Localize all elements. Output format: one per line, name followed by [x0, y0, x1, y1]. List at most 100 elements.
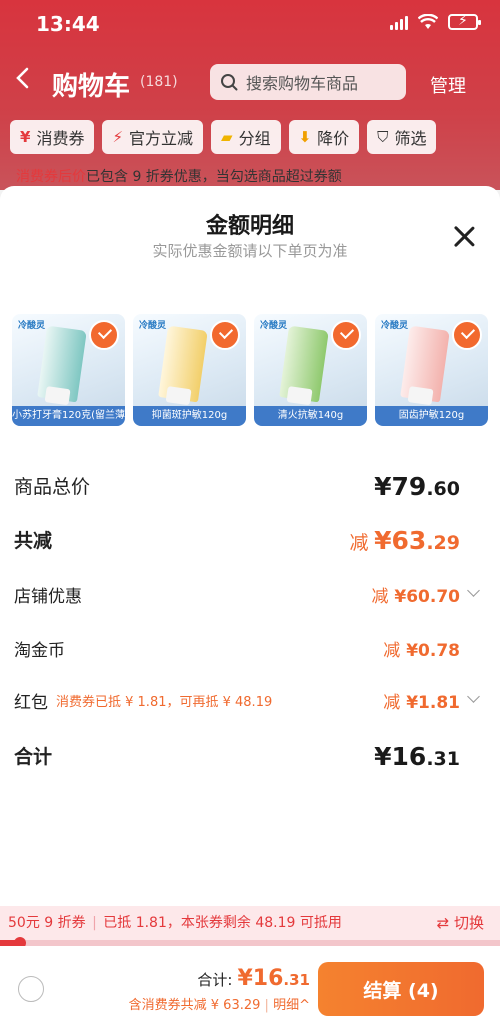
discount-note: 含消费券共减 ¥ 63.29 — [128, 998, 261, 1013]
red-packet-value: 减 ¥1.81 — [383, 688, 460, 713]
product-card[interactable]: 冷酸灵 固齿护敏120g — [375, 314, 488, 426]
filter-coupon[interactable]: ¥ 消费券 — [10, 120, 95, 154]
notice-text: 已包含 9 折券优惠，当勾选商品超过券额 — [86, 169, 342, 185]
discount-prefix: 减 — [349, 532, 369, 554]
filter-group-label: 分组 — [238, 129, 271, 148]
total-discount-label: 共减 — [14, 530, 53, 552]
filter-official-discount[interactable]: ⚡ 官方立减 — [102, 120, 204, 154]
total-summary: 合计: ¥16.31 — [197, 966, 310, 991]
signal-icon — [390, 14, 408, 30]
coins-value: 减 ¥0.78 — [383, 636, 460, 661]
switch-icon: ⇄ — [436, 914, 450, 932]
back-button[interactable] — [14, 66, 30, 97]
product-card[interactable]: 冷酸灵 清火抗敏140g — [254, 314, 367, 426]
subtotal-label: 商品总价 — [14, 476, 91, 498]
red-packet-label: 红包 — [14, 693, 48, 713]
sheet-title: 金额明细 — [205, 214, 294, 239]
total-int: 16 — [252, 966, 284, 991]
shop-discount-row[interactable]: 店铺优惠 减 ¥60.70 — [14, 582, 486, 616]
brand-logo: 冷酸灵 — [139, 321, 167, 331]
status-icons: ⚡ — [390, 13, 481, 30]
checkmark-icon[interactable] — [210, 320, 240, 350]
manage-button[interactable]: 管理 — [430, 72, 466, 98]
lightning-icon: ⚡ — [112, 128, 123, 146]
total-dec: .31 — [426, 748, 460, 770]
shop-discount-value: 减 ¥60.70 — [371, 582, 460, 607]
amount-detail-sheet: 金额明细 实际优惠金额请以下单页为准 冷酸灵 小苏打牙膏120克(留兰薄荷) 冷… — [0, 186, 500, 906]
toothpaste-image — [37, 325, 87, 406]
product-name: 抑菌斑护敏120g — [133, 406, 246, 426]
search-input[interactable]: 搜索购物车商品 — [210, 64, 406, 100]
total-discount-int: 63 — [391, 526, 427, 555]
subtotal-row: 商品总价 ¥79.60 — [14, 472, 486, 506]
total-label: 合计: — [197, 971, 233, 989]
filter-coupon-label: 消费券 — [36, 129, 85, 148]
total-discount-value: 减 ¥63.29 — [350, 526, 460, 555]
switch-coupon-button[interactable]: ⇄ 切换 — [437, 906, 484, 940]
subtotal-value: ¥79.60 — [374, 472, 460, 501]
filter-group[interactable]: ▰ 分组 — [211, 120, 281, 154]
battery-charging-icon: ⚡ — [448, 13, 481, 30]
discount-prefix: 减 — [383, 641, 401, 661]
checkmark-icon[interactable] — [452, 320, 482, 350]
product-list: 冷酸灵 小苏打牙膏120克(留兰薄荷) 冷酸灵 抑菌斑护敏120g 冷酸灵 清火… — [12, 314, 488, 426]
checkout-button[interactable]: 结算 (4) — [318, 962, 484, 1016]
product-card[interactable]: 冷酸灵 小苏打牙膏120克(留兰薄荷) — [12, 314, 125, 426]
subtotal-dec: .60 — [426, 478, 460, 500]
filter-icon: ⛉ — [377, 128, 389, 146]
filter-label: 筛选 — [394, 129, 427, 148]
red-packet-row[interactable]: 红包 消费券已抵 ¥ 1.81，可再抵 ¥ 48.19 减 ¥1.81 — [14, 688, 486, 722]
discount-detail[interactable]: 含消费券共减 ¥ 63.29 | 明细^ — [129, 994, 310, 1013]
wifi-icon — [418, 14, 438, 29]
page-title: 购物车 — [52, 72, 131, 102]
coupon-icon: ¥ — [20, 128, 31, 146]
product-card[interactable]: 冷酸灵 抑菌斑护敏120g — [133, 314, 246, 426]
total-int: 16 — [391, 742, 427, 771]
total-row: 合计 ¥16.31 — [14, 742, 486, 776]
cart-header: 13:44 ⚡ 购物车 (181) 搜索购物车商品 管理 ¥ 消费券 ⚡ 官方立… — [0, 0, 500, 190]
filter-bar: ¥ 消费券 ⚡ 官方立减 ▰ 分组 ⬇ 降价 ⛉ 筛选 — [0, 120, 500, 156]
shop-discount-amount: ¥60.70 — [394, 587, 460, 607]
select-all-checkbox[interactable] — [18, 976, 44, 1002]
total-value: ¥16.31 — [374, 742, 460, 771]
separator: | — [92, 915, 97, 931]
coins-row: 淘金币 减 ¥0.78 — [14, 636, 486, 670]
subtotal-int: 79 — [391, 472, 427, 501]
checkout-bar: 合计: ¥16.31 含消费券共减 ¥ 63.29 | 明细^ 结算 (4) — [0, 946, 500, 1026]
status-bar: 13:44 ⚡ — [0, 0, 500, 50]
arrow-down-icon: ⬇ — [298, 128, 312, 146]
notice-highlight: 消费券后价 — [16, 169, 86, 185]
total-discount-row: 共减 减 ¥63.29 — [14, 526, 486, 560]
brand-logo: 冷酸灵 — [381, 321, 409, 331]
filter-official-label: 官方立减 — [129, 129, 194, 148]
chevron-down-icon[interactable] — [467, 584, 480, 597]
separator: | — [264, 998, 269, 1013]
chevron-down-icon[interactable] — [467, 690, 480, 703]
discount-prefix: 减 — [383, 693, 401, 713]
coupon-notice: 消费券后价已包含 9 折券优惠，当勾选商品超过券额 — [16, 166, 342, 186]
coupon-usage: 已抵 1.81，本张券剩余 48.19 可抵用 — [103, 915, 342, 931]
detail-toggle-label: 明细 — [273, 998, 300, 1013]
total-currency: ¥ — [237, 966, 253, 991]
coupon-strip: 50元 9 折券 | 已抵 1.81，本张券剩余 48.19 可抵用 ⇄ 切换 — [0, 906, 500, 940]
toothpaste-image — [158, 325, 208, 406]
coins-amount: ¥0.78 — [406, 641, 460, 661]
currency: ¥ — [374, 742, 392, 771]
close-icon[interactable] — [452, 224, 476, 248]
search-placeholder: 搜索购物车商品 — [246, 74, 359, 93]
chevron-up-icon: ^ — [299, 998, 310, 1013]
checkmark-icon[interactable] — [89, 320, 119, 350]
discount-prefix: 减 — [371, 587, 389, 607]
checkmark-icon[interactable] — [331, 320, 361, 350]
coupon-name: 50元 9 折券 — [8, 915, 86, 931]
total-dec: .31 — [283, 971, 310, 989]
toothpaste-image — [279, 325, 329, 406]
red-packet-note: 消费券已抵 ¥ 1.81，可再抵 ¥ 48.19 — [56, 695, 273, 710]
filter-price-drop[interactable]: ⬇ 降价 — [288, 120, 360, 154]
cart-count: (181) — [140, 74, 178, 90]
currency: ¥ — [374, 472, 392, 501]
filter-button[interactable]: ⛉ 筛选 — [367, 120, 437, 154]
folder-icon: ▰ — [221, 128, 233, 146]
brand-logo: 冷酸灵 — [260, 321, 288, 331]
chevron-left-icon — [16, 67, 29, 89]
